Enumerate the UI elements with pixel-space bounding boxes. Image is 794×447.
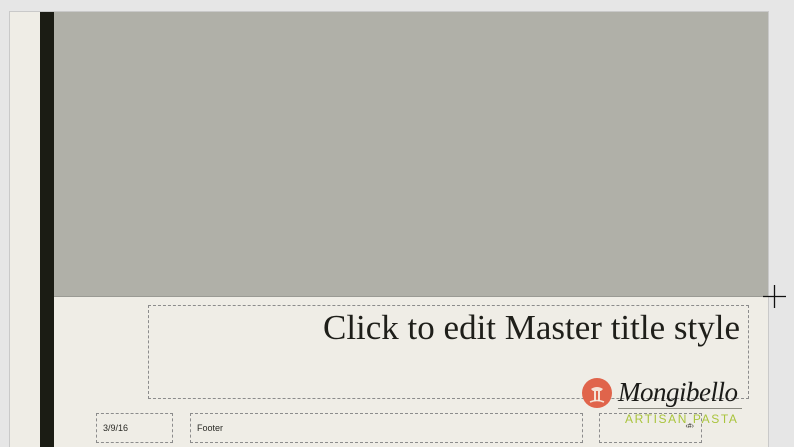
title-placeholder-text: Click to edit Master title style: [322, 308, 740, 347]
logo-badge-icon: [582, 378, 612, 408]
slide-number-text: ‹#›: [685, 423, 694, 430]
logo-divider: [618, 408, 742, 409]
crosshair-cursor-icon: [763, 285, 786, 308]
footer-placeholder[interactable]: Footer: [190, 413, 583, 443]
logo-wordmark: Mongibello: [618, 377, 738, 407]
slide-number-placeholder[interactable]: ‹#›: [599, 413, 702, 443]
date-placeholder[interactable]: 3/9/16: [96, 413, 173, 443]
footer-text: Footer: [197, 423, 224, 433]
picture-placeholder-area[interactable]: [54, 12, 768, 297]
date-text: 3/9/16: [103, 423, 129, 433]
slide-master-canvas[interactable]: Click to edit Master title style Mongibe…: [9, 11, 769, 447]
left-dark-band: [40, 12, 54, 447]
